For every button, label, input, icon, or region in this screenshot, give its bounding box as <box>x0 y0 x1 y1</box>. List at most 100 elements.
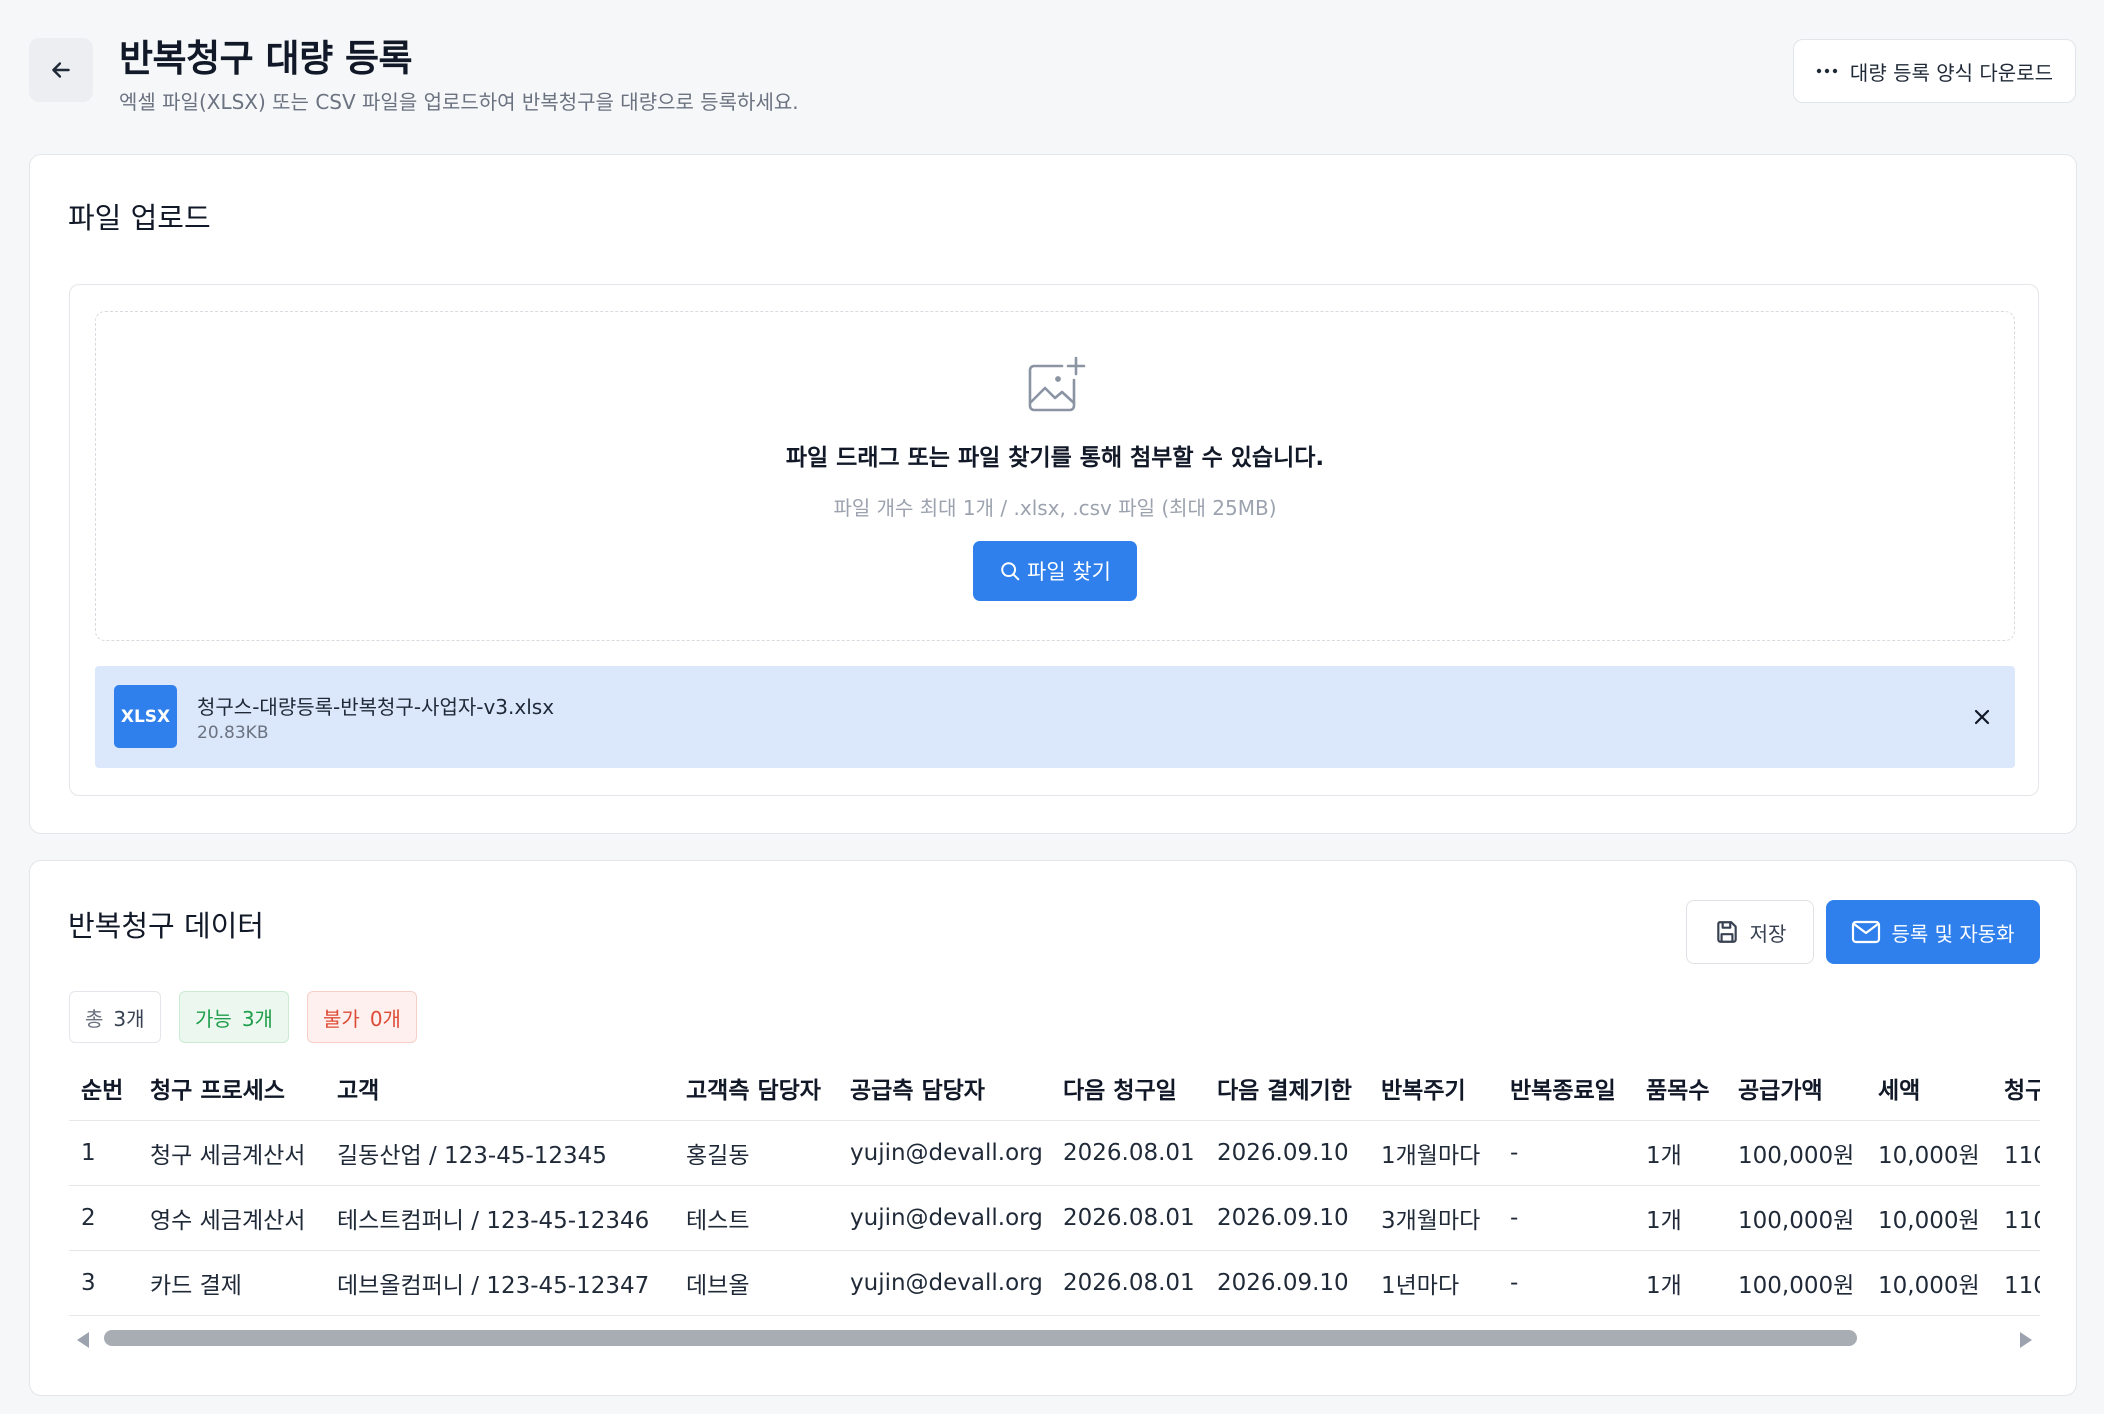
table-row[interactable]: 1 청구 세금계산서 길동산업 / 123-45-12345 홍길동 yujin… <box>69 1120 2040 1186</box>
file-name: 청구스-대량등록-반복청구-사업자-v3.xlsx <box>197 695 555 719</box>
recurring-data-table: 순번 청구 프로세스 고객 고객측 담당자 공급측 담당자 다음 청구일 다음 … <box>69 1056 2040 1316</box>
upload-box: 파일 드래그 또는 파일 찾기를 통해 첨부할 수 있습니다. 파일 개수 최대… <box>69 284 2039 796</box>
col-tax[interactable]: 세액 <box>1866 1056 1992 1121</box>
col-supply-amount[interactable]: 공급가액 <box>1726 1056 1866 1121</box>
more-icon <box>1816 68 1838 74</box>
cell-item-count: 1개 <box>1634 1185 1726 1251</box>
back-button[interactable] <box>29 38 93 102</box>
template-download-button[interactable]: 대량 등록 양식 다운로드 <box>1792 39 2076 103</box>
col-end-date[interactable]: 반복종료일 <box>1498 1056 1634 1121</box>
col-seq[interactable]: 순번 <box>69 1056 138 1121</box>
valid-value: 3개 <box>241 1006 273 1031</box>
uploaded-file-item: XLSX 청구스-대량등록-반복청구-사업자-v3.xlsx 20.83KB <box>95 666 2015 768</box>
xlsx-file-icon: XLSX <box>114 685 177 748</box>
total-count-badge: 총 3개 <box>69 991 161 1043</box>
cell-supply-amount: 100,000원 <box>1726 1120 1866 1186</box>
cell-supply-amount: 100,000원 <box>1726 1185 1866 1251</box>
save-label: 저장 <box>1749 921 1787 946</box>
col-customer[interactable]: 고객 <box>325 1056 674 1121</box>
scroll-thumb[interactable] <box>104 1330 1857 1346</box>
col-customer-contact[interactable]: 고객측 담당자 <box>674 1056 838 1121</box>
cell-seq: 1 <box>69 1120 138 1186</box>
register-label: 등록 및 자동화 <box>1891 921 2015 946</box>
save-button[interactable]: 저장 <box>1686 900 1814 964</box>
cell-supplier-contact: yujin@devall.org <box>838 1120 1051 1186</box>
upload-title: 파일 업로드 <box>68 201 211 235</box>
download-label: 대량 등록 양식 다운로드 <box>1849 60 2053 85</box>
page-subtitle: 엑셀 파일(XLSX) 또는 CSV 파일을 업로드하여 반복청구을 대량으로 … <box>119 90 799 114</box>
invalid-count-badge: 불가 0개 <box>307 991 417 1043</box>
table-row[interactable]: 2 영수 세금계산서 테스트컴퍼니 / 123-45-12346 테스트 yuj… <box>69 1185 2040 1251</box>
scroll-right-arrow-icon[interactable] <box>2020 1332 2032 1348</box>
cell-process: 청구 세금계산서 <box>138 1120 325 1186</box>
cell-customer: 테스트컴퍼니 / 123-45-12346 <box>325 1185 674 1251</box>
cell-supplier-contact: yujin@devall.org <box>838 1250 1051 1316</box>
cell-supplier-contact: yujin@devall.org <box>838 1185 1051 1251</box>
cell-item-count: 1개 <box>1634 1250 1726 1316</box>
cell-customer-contact: 데브올 <box>674 1250 838 1316</box>
cell-end-date: - <box>1498 1250 1634 1316</box>
horizontal-scrollbar[interactable] <box>69 1326 2040 1350</box>
col-billing-amount[interactable]: 청구 <box>1992 1056 2040 1121</box>
save-icon <box>1716 921 1737 943</box>
find-file-button[interactable]: 파일 찾기 <box>973 541 1137 601</box>
col-next-billing[interactable]: 다음 청구일 <box>1051 1056 1205 1121</box>
cell-next-billing: 2026.08.01 <box>1051 1185 1205 1251</box>
close-icon <box>1974 709 1990 725</box>
file-size: 20.83KB <box>197 723 269 743</box>
col-process[interactable]: 청구 프로세스 <box>138 1056 325 1121</box>
invalid-label: 불가 <box>323 1006 360 1031</box>
page-header: 반복청구 대량 등록 엑셀 파일(XLSX) 또는 CSV 파일을 업로드하여 … <box>29 28 2076 124</box>
cell-process: 영수 세금계산서 <box>138 1185 325 1251</box>
remove-file-button[interactable] <box>1967 702 1997 732</box>
col-supplier-contact[interactable]: 공급측 담당자 <box>838 1056 1051 1121</box>
col-cycle[interactable]: 반복주기 <box>1369 1056 1498 1121</box>
cell-next-billing: 2026.08.01 <box>1051 1250 1205 1316</box>
col-item-count[interactable]: 품목수 <box>1634 1056 1726 1121</box>
valid-label: 가능 <box>195 1006 232 1031</box>
cell-supply-amount: 100,000원 <box>1726 1250 1866 1316</box>
file-upload-card: 파일 업로드 파일 드래그 또는 파일 찾기를 통해 첨부할 수 있습니다. 파… <box>29 154 2077 834</box>
cell-cycle: 1개월마다 <box>1369 1120 1498 1186</box>
drop-title: 파일 드래그 또는 파일 찾기를 통해 첨부할 수 있습니다. <box>785 445 1325 471</box>
table-header-row: 순번 청구 프로세스 고객 고객측 담당자 공급측 담당자 다음 청구일 다음 … <box>69 1056 2040 1121</box>
cell-item-count: 1개 <box>1634 1120 1726 1186</box>
cell-billing-amount: 110,000원 <box>1992 1120 2040 1186</box>
cell-billing-amount: 110,000원 <box>1992 1185 2040 1251</box>
cell-next-due: 2026.09.10 <box>1205 1120 1369 1186</box>
total-label: 총 <box>85 1006 104 1031</box>
register-automate-button[interactable]: 등록 및 자동화 <box>1826 900 2040 964</box>
arrow-left-icon <box>52 62 70 78</box>
cell-next-due: 2026.09.10 <box>1205 1185 1369 1251</box>
search-icon <box>1001 562 1020 581</box>
image-add-icon <box>1028 356 1086 412</box>
cell-end-date: - <box>1498 1185 1634 1251</box>
cell-process: 카드 결제 <box>138 1250 325 1316</box>
data-table-container[interactable]: 순번 청구 프로세스 고객 고객측 담당자 공급측 담당자 다음 청구일 다음 … <box>69 1056 2040 1316</box>
cell-next-billing: 2026.08.01 <box>1051 1120 1205 1186</box>
cell-customer: 길동산업 / 123-45-12345 <box>325 1120 674 1186</box>
scroll-left-arrow-icon[interactable] <box>77 1332 89 1348</box>
total-value: 3개 <box>113 1006 145 1031</box>
data-title: 반복청구 데이터 <box>68 909 264 943</box>
cell-tax: 10,000원 <box>1866 1185 1992 1251</box>
table-row[interactable]: 3 카드 결제 데브올컴퍼니 / 123-45-12347 데브올 yujin@… <box>69 1250 2040 1316</box>
cell-next-due: 2026.09.10 <box>1205 1250 1369 1316</box>
cell-customer-contact: 테스트 <box>674 1185 838 1251</box>
cell-tax: 10,000원 <box>1866 1120 1992 1186</box>
col-next-due[interactable]: 다음 결제기한 <box>1205 1056 1369 1121</box>
cell-cycle: 1년마다 <box>1369 1250 1498 1316</box>
valid-count-badge: 가능 3개 <box>179 991 289 1043</box>
cell-cycle: 3개월마다 <box>1369 1185 1498 1251</box>
cell-customer: 데브올컴퍼니 / 123-45-12347 <box>325 1250 674 1316</box>
dropzone[interactable]: 파일 드래그 또는 파일 찾기를 통해 첨부할 수 있습니다. 파일 개수 최대… <box>95 311 2015 641</box>
cell-tax: 10,000원 <box>1866 1250 1992 1316</box>
drop-hint: 파일 개수 최대 1개 / .xlsx, .csv 파일 (최대 25MB) <box>833 496 1277 520</box>
cell-seq: 3 <box>69 1250 138 1316</box>
find-file-label: 파일 찾기 <box>1027 560 1111 584</box>
cell-billing-amount: 110,000원 <box>1992 1250 2040 1316</box>
recurring-data-card: 반복청구 데이터 저장 등록 및 자동화 총 3개 가능 3개 불가 0개 순번… <box>29 860 2077 1396</box>
invalid-value: 0개 <box>369 1006 401 1031</box>
cell-customer-contact: 홍길동 <box>674 1120 838 1186</box>
mail-icon <box>1852 920 1881 944</box>
